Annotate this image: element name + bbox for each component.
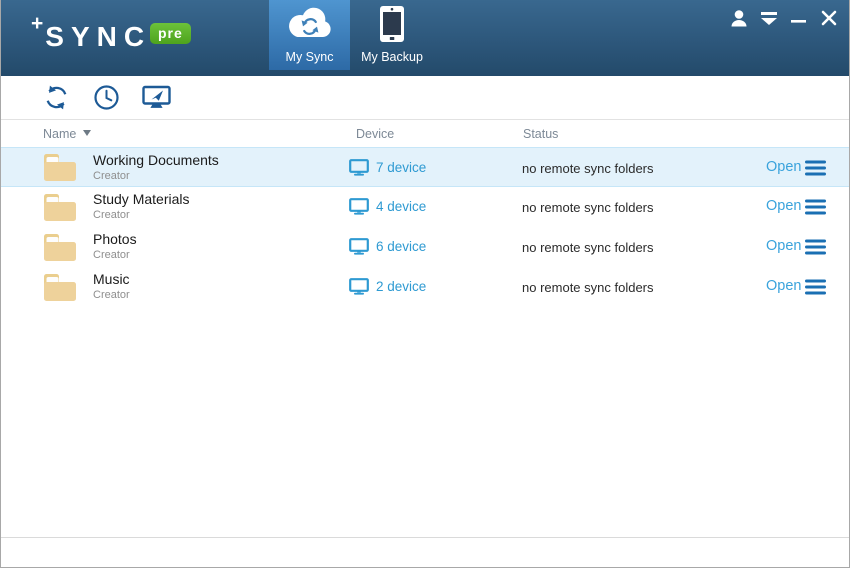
tab-my-backup[interactable]: My Backup [350, 0, 434, 70]
table-row[interactable]: Photos Creator 6 device no remote sync f… [1, 227, 849, 267]
history-clock-icon [93, 84, 120, 111]
close-icon[interactable] [817, 6, 841, 30]
tab-label: My Backup [361, 50, 423, 64]
open-link[interactable]: Open [766, 159, 801, 175]
window-controls [721, 6, 841, 30]
folder-name: Working Documents [93, 152, 219, 168]
monitor-icon [349, 159, 369, 176]
table-row[interactable]: Music Creator 2 device no remote sync fo… [1, 267, 849, 307]
column-header-device: Device [356, 127, 394, 141]
folder-owner: Creator [93, 249, 130, 261]
remote-monitor-icon [142, 85, 171, 110]
column-header-name[interactable]: Name [43, 127, 91, 141]
row-menu-button[interactable] [805, 160, 826, 176]
remote-devices-button[interactable] [141, 82, 171, 112]
folder-icon [43, 232, 77, 268]
folder-owner: Creator [93, 209, 130, 221]
pre-badge: pre [150, 23, 191, 44]
column-header-status: Status [523, 127, 558, 141]
folder-list: Working Documents Creator 7 device no re… [1, 147, 849, 307]
monitor-icon [349, 278, 369, 295]
hamburger-menu-icon [805, 239, 826, 255]
cloud-sync-icon [287, 0, 333, 48]
open-link[interactable]: Open [766, 198, 801, 214]
open-link[interactable]: Open [766, 278, 801, 294]
titlebar: + SYNC pre [1, 0, 849, 76]
history-button[interactable] [91, 82, 121, 112]
device-link[interactable]: 7 device [349, 159, 426, 176]
row-menu-button[interactable] [805, 279, 826, 295]
hamburger-menu-icon [805, 199, 826, 215]
device-link[interactable]: 4 device [349, 198, 426, 215]
monitor-icon [349, 198, 369, 215]
device-count: 4 device [376, 199, 426, 214]
device-count: 2 device [376, 279, 426, 294]
table-row[interactable]: Working Documents Creator 7 device no re… [1, 147, 849, 187]
refresh-icon [43, 84, 70, 111]
row-menu-button[interactable] [805, 199, 826, 215]
sync-status: no remote sync folders [522, 161, 654, 176]
logo-text: SYNC [45, 23, 151, 51]
dropdown-caret-icon[interactable] [757, 6, 781, 30]
app-logo: + SYNC [31, 11, 151, 51]
folder-name: Music [93, 271, 130, 287]
user-icon[interactable] [727, 6, 751, 30]
sync-status: no remote sync folders [522, 200, 654, 215]
folder-name: Study Materials [93, 191, 189, 207]
folder-icon [43, 272, 77, 308]
row-menu-button[interactable] [805, 239, 826, 255]
tab-my-sync[interactable]: My Sync [269, 0, 350, 70]
folder-icon [43, 192, 77, 228]
tab-label: My Sync [286, 50, 334, 64]
column-header-name-label: Name [43, 127, 76, 141]
toolbar: Add folder [1, 76, 849, 119]
device-count: 6 device [376, 239, 426, 254]
status-bar [1, 537, 849, 567]
folder-name: Photos [93, 231, 137, 247]
sync-status: no remote sync folders [522, 240, 654, 255]
folder-owner: Creator [93, 289, 130, 301]
device-count: 7 device [376, 160, 426, 175]
sync-status: no remote sync folders [522, 280, 654, 295]
folder-icon [43, 152, 77, 188]
monitor-icon [349, 238, 369, 255]
hamburger-menu-icon [805, 160, 826, 176]
minimize-icon[interactable] [787, 6, 811, 30]
refresh-button[interactable] [41, 82, 71, 112]
hamburger-menu-icon [805, 279, 826, 295]
app-window: + SYNC pre [0, 0, 850, 568]
device-link[interactable]: 2 device [349, 278, 426, 295]
folder-owner: Creator [93, 170, 130, 182]
table-header: Name Device Status [1, 119, 849, 148]
logo-plus: + [31, 13, 43, 34]
main-tabs: My Sync My Backup [269, 0, 434, 70]
phone-icon [379, 0, 405, 48]
sort-desc-icon [83, 130, 91, 136]
device-link[interactable]: 6 device [349, 238, 426, 255]
table-row[interactable]: Study Materials Creator 4 device no remo… [1, 187, 849, 227]
open-link[interactable]: Open [766, 238, 801, 254]
